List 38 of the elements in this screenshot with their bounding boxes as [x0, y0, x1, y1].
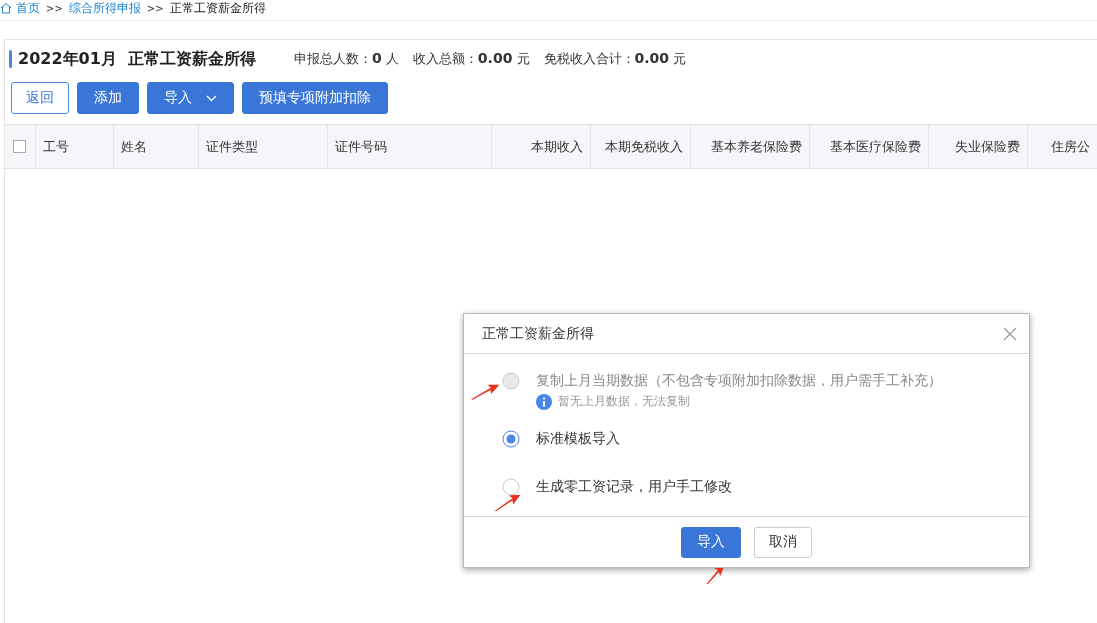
summary-stat: 免税收入合计：0.00 元: [543, 50, 687, 68]
breadcrumb-separator: >>: [146, 2, 164, 14]
column-header: 证件号码: [326, 125, 491, 168]
dialog-button[interactable]: 取消: [754, 526, 812, 558]
summary-stat: 收入总额：0.00 元: [412, 50, 530, 68]
column-header: 工号: [34, 125, 114, 168]
column-header: 本期收入: [490, 125, 591, 168]
radio-button[interactable]: [502, 478, 520, 497]
info-icon: [536, 393, 552, 410]
dialog-title: 正常工资薪金所得: [482, 324, 594, 343]
toolbar-button[interactable]: 添加: [77, 82, 139, 114]
toolbar-button[interactable]: 预填专项附加扣除: [242, 82, 388, 114]
column-header: 基本医疗保险费: [808, 125, 929, 168]
column-header: 证件类型: [197, 125, 327, 168]
breadcrumb-separator: >>: [46, 2, 63, 14]
dialog-button[interactable]: 导入: [681, 526, 741, 558]
option-note: 暂无上月数据，无法复制: [558, 393, 690, 411]
title-accent: [9, 50, 12, 68]
option-label: 标准模板导入: [536, 430, 620, 449]
column-header: 失业保险费: [928, 125, 1028, 168]
column-header: 姓名: [113, 125, 198, 168]
dropdown-button[interactable]: 导入: [147, 82, 234, 114]
radio-button[interactable]: [502, 430, 520, 449]
breadcrumb-link[interactable]: 综合所得申报: [68, 0, 141, 17]
checkbox[interactable]: [13, 140, 27, 153]
summary-stat: 申报总人数：0 人: [293, 50, 399, 68]
breadcrumb-current: 正常工资薪金所得: [169, 0, 266, 17]
home-icon[interactable]: [0, 2, 12, 14]
option-label: 生成零工资记录，用户手工修改: [536, 478, 732, 497]
column-header: 住房公: [1027, 125, 1097, 168]
page-title: 2022年01月 正常工资薪金所得: [18, 48, 256, 70]
toolbar-button[interactable]: 返回: [11, 82, 69, 114]
close-icon[interactable]: [1003, 326, 1017, 341]
chevron-down-icon: [206, 94, 217, 102]
option-label: 复制上月当期数据（不包含专项附加扣除数据，用户需手工补充）: [536, 372, 942, 391]
column-header: 基本养老保险费: [689, 125, 809, 168]
breadcrumb-link[interactable]: 首页: [16, 0, 40, 17]
column-header: 本期免税收入: [590, 125, 690, 168]
